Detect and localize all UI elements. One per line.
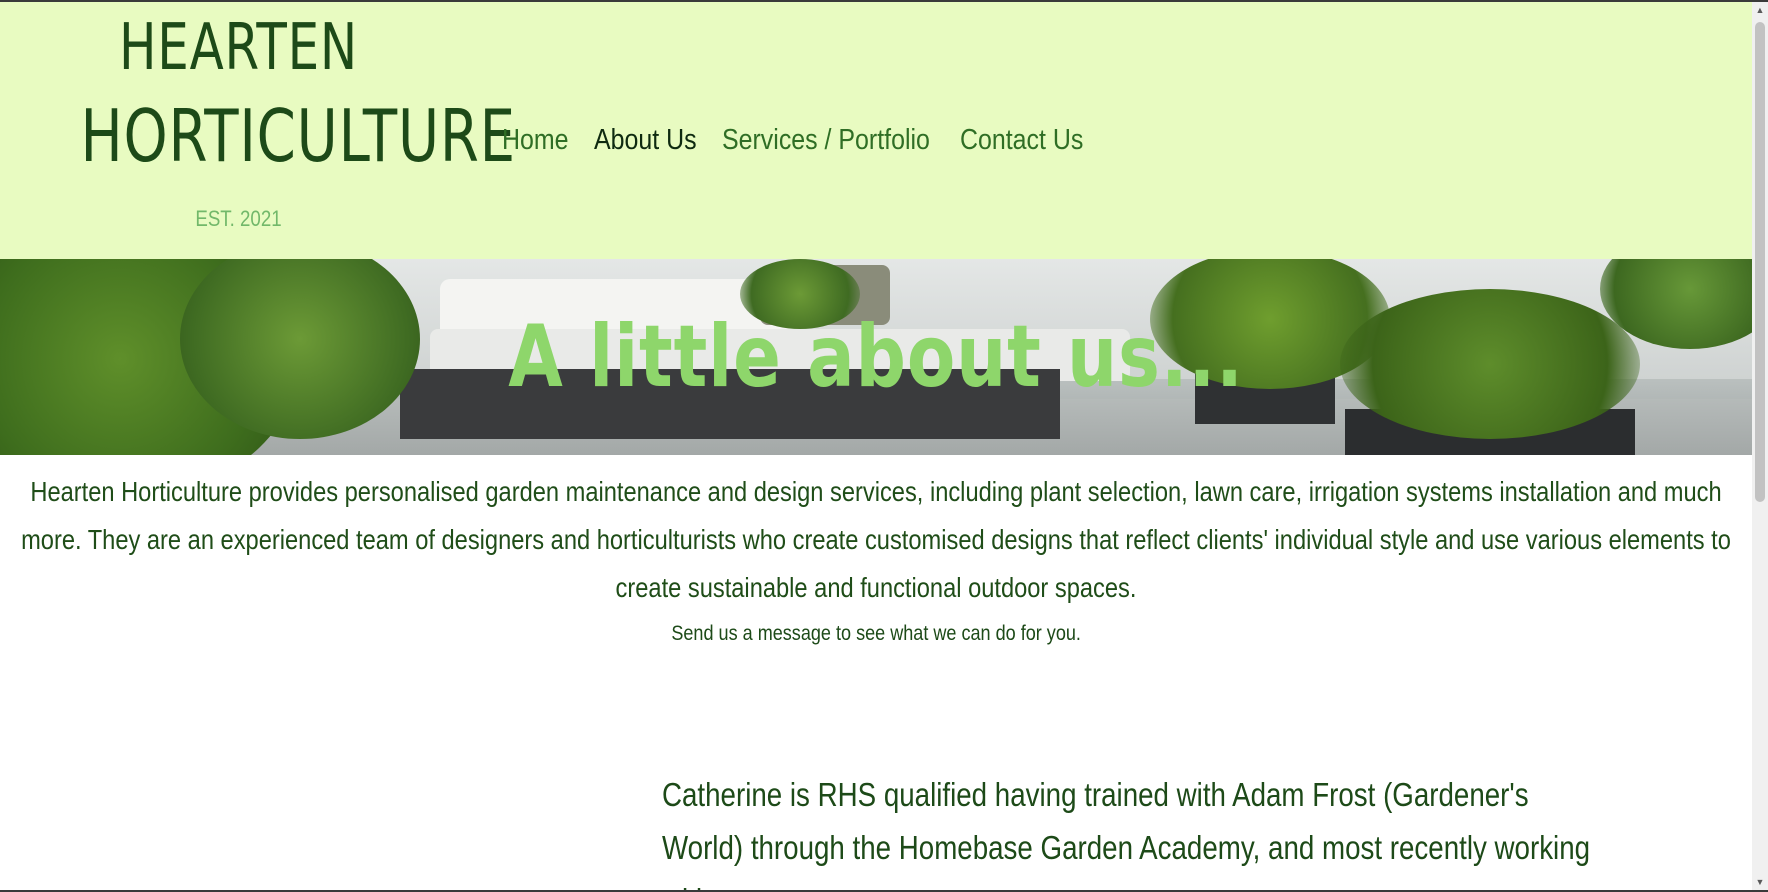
established-label: EST. 2021 (195, 206, 282, 231)
scroll-up-arrow-icon[interactable]: ▲ (1752, 2, 1768, 18)
scrollbar-thumb[interactable] (1755, 22, 1765, 502)
intro-text: Hearten Horticulture provides personalis… (21, 476, 1731, 603)
page: HEARTEN HORTICULTURE EST. 2021 Home Abou… (0, 2, 1752, 890)
hero-banner: A little about us... (0, 259, 1752, 455)
main-nav: Home About Us Services / Portfolio Conta… (502, 120, 1110, 160)
nav-about-us[interactable]: About Us (594, 120, 704, 160)
nav-services-portfolio[interactable]: Services / Portfolio (722, 120, 930, 160)
bio-paragraph: Catherine is RHS qualified having traine… (662, 768, 1682, 890)
hero-title: A little about us... (508, 307, 1244, 407)
nav-contact-us[interactable]: Contact Us (960, 120, 1089, 160)
scroll-down-arrow-icon[interactable]: ▼ (1752, 874, 1768, 890)
message-text: Send us a message to see what we can do … (671, 622, 1081, 645)
bio-text: Catherine is RHS qualified having traine… (662, 776, 1591, 890)
site-header: HEARTEN HORTICULTURE EST. 2021 Home Abou… (0, 2, 1752, 259)
site-logo[interactable]: HEARTEN HORTICULTURE EST. 2021 (36, 6, 516, 232)
vertical-scrollbar[interactable]: ▲ ▼ (1752, 2, 1768, 890)
logo-line-1: HEARTEN (118, 11, 359, 85)
intro-paragraph: Hearten Horticulture provides personalis… (0, 468, 1752, 612)
logo-line-2: HORTICULTURE (80, 94, 516, 178)
message-prompt: Send us a message to see what we can do … (0, 622, 1752, 646)
nav-home[interactable]: Home (502, 120, 581, 160)
